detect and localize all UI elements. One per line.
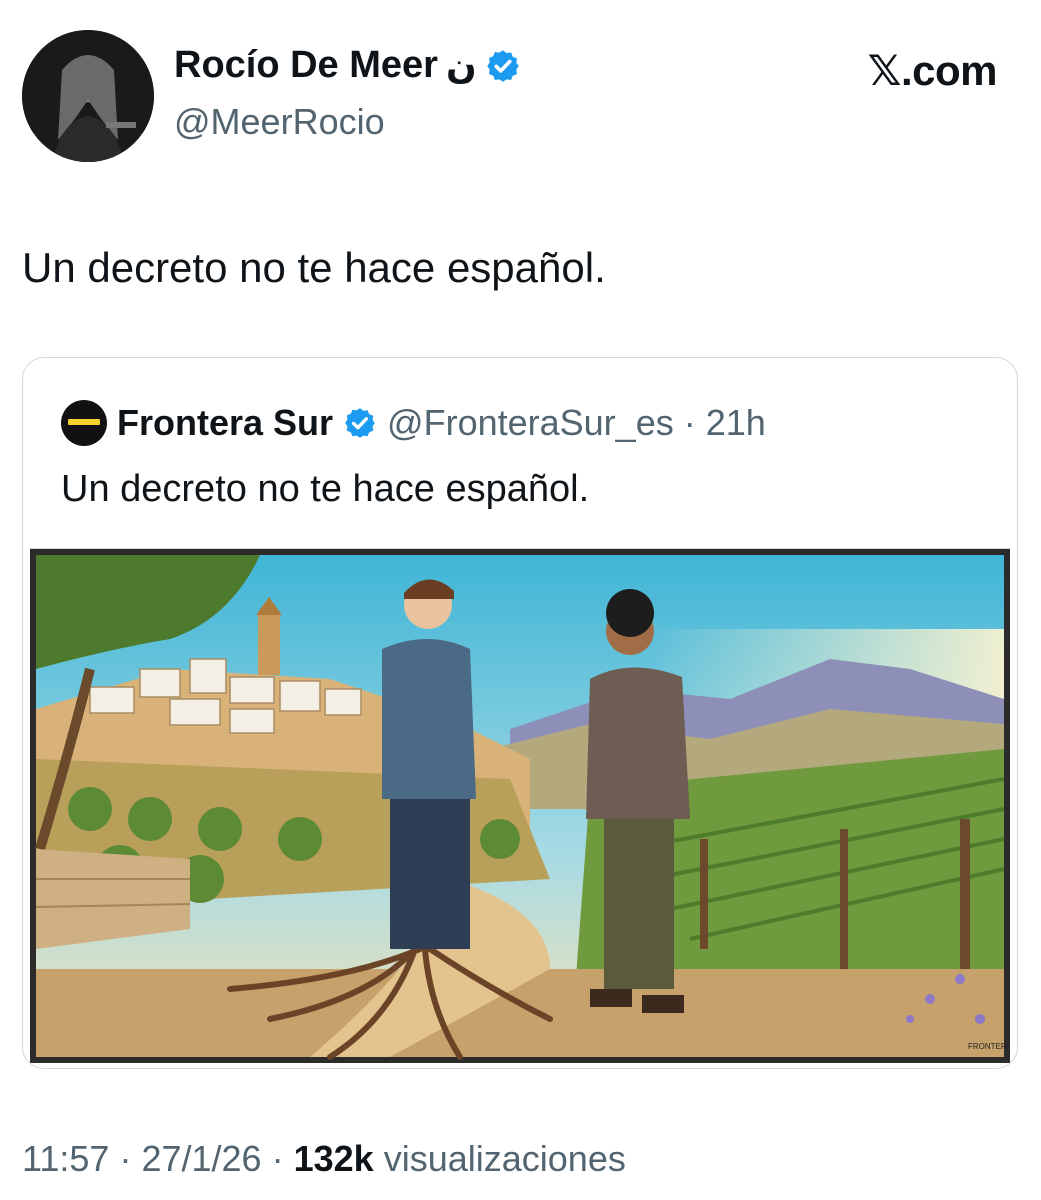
tweet-meta: 11:57 · 27/1/26 · 132k visualizaciones (22, 1138, 626, 1180)
avatar[interactable] (22, 30, 154, 162)
image-watermark: FRONTERA SUR (968, 1042, 1010, 1051)
quoted-tweet-card[interactable]: Frontera Sur @FronteraSur_es · 21h Un de… (22, 357, 1018, 1069)
author-name-row[interactable]: Rocío De Meer ن (174, 44, 521, 87)
quoted-tweet-header: Frontera Sur @FronteraSur_es · 21h (61, 400, 766, 446)
avatar-image (22, 30, 154, 162)
views-label: visualizaciones (383, 1138, 626, 1179)
author-display-name[interactable]: Rocío De Meer (174, 44, 438, 87)
quoted-display-name[interactable]: Frontera Sur (117, 402, 333, 444)
quoted-verified-badge-icon (343, 406, 377, 440)
author-handle[interactable]: @MeerRocio (174, 101, 385, 143)
tweet-date[interactable]: 27/1/26 (141, 1138, 261, 1179)
quoted-tweet-image[interactable]: FRONTERA SUR (30, 548, 1010, 1063)
quoted-tweet-text: Un decreto no te hace español. (61, 468, 590, 510)
meta-separator: · (271, 1138, 284, 1179)
views-count: 132k (293, 1138, 374, 1179)
illustration-image: FRONTERA SUR (30, 549, 1010, 1063)
quoted-separator: · (683, 402, 696, 443)
tweet-time[interactable]: 11:57 (22, 1138, 109, 1179)
brand-logo: 𝕏.com (867, 47, 998, 94)
verified-badge-icon (485, 48, 521, 84)
author-name-symbol: ن (445, 44, 477, 86)
quoted-handle[interactable]: @FronteraSur_es (387, 402, 674, 444)
quoted-avatar-icon[interactable] (61, 400, 107, 446)
tweet-text: Un decreto no te hace español. (22, 244, 606, 291)
quoted-timestamp[interactable]: 21h (706, 402, 766, 444)
meta-separator: · (119, 1138, 132, 1179)
